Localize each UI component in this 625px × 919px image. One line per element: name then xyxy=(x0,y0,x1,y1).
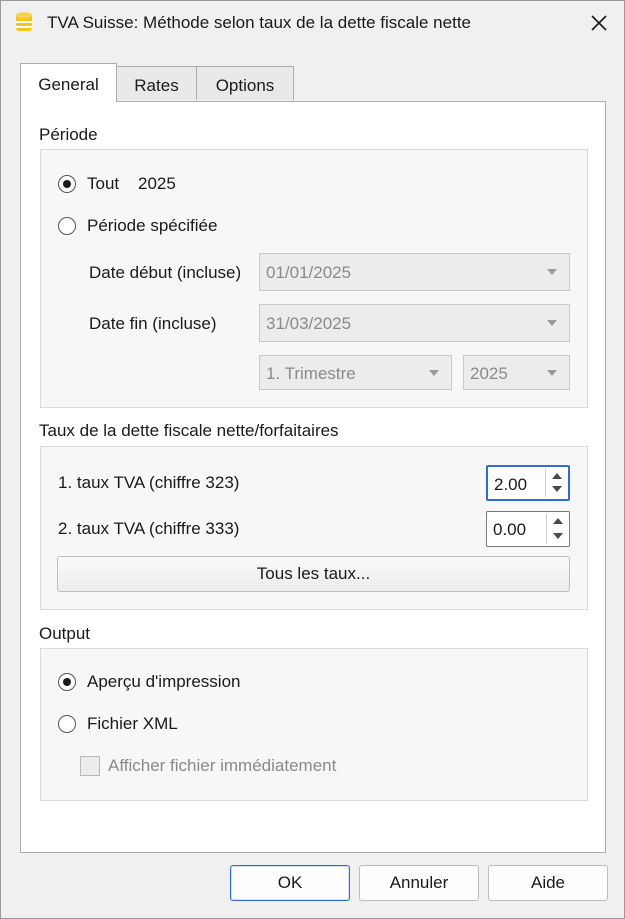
close-button[interactable] xyxy=(584,9,614,37)
rate2-label: 2. taux TVA (chiffre 333) xyxy=(58,519,240,538)
output-section-title: Output xyxy=(39,624,91,643)
tab-rates[interactable]: Rates xyxy=(116,66,197,100)
chevron-down-icon xyxy=(429,370,439,376)
window-title: TVA Suisse: Méthode selon taux de la det… xyxy=(47,13,471,32)
chevron-down-icon xyxy=(547,320,557,326)
date-fin-value: 31/03/2025 xyxy=(266,314,352,333)
afficher-fichier-label[interactable]: Afficher fichier immédiatement xyxy=(108,756,336,776)
cancel-button-label: Annuler xyxy=(389,873,449,892)
tab-options-label: Options xyxy=(215,76,275,95)
ok-button[interactable]: OK xyxy=(230,865,350,901)
rate1-value: 2.00 xyxy=(494,475,528,494)
year-select[interactable]: 2025 xyxy=(463,355,570,390)
rate1-spinbox[interactable]: 2.00 xyxy=(486,465,570,501)
date-fin-field[interactable]: 31/03/2025 xyxy=(259,304,570,342)
radio-periode-specifiee[interactable] xyxy=(58,217,76,235)
periode-specifiee-label[interactable]: Période spécifiée xyxy=(87,216,217,236)
dialog-window: TVA Suisse: Méthode selon taux de la det… xyxy=(0,0,625,919)
cancel-button[interactable]: Annuler xyxy=(359,865,479,901)
apercu-label[interactable]: Aperçu d'impression xyxy=(87,672,240,692)
rate2-spinbox[interactable]: 0.00 xyxy=(486,511,570,547)
all-rates-button[interactable]: Tous les taux... xyxy=(57,556,570,592)
help-button-label: Aide xyxy=(530,873,566,892)
radio-apercu[interactable] xyxy=(58,673,76,691)
radio-fichier-xml[interactable] xyxy=(58,715,76,733)
rate2-value: 0.00 xyxy=(493,520,527,539)
all-rates-button-label: Tous les taux... xyxy=(256,564,371,583)
tab-general[interactable]: General xyxy=(20,63,117,102)
tab-rates-label: Rates xyxy=(134,76,179,95)
chevron-down-icon xyxy=(547,269,557,275)
date-debut-label: Date début (incluse) xyxy=(89,263,242,282)
taux-section-title: Taux de la dette fiscale nette/forfaitai… xyxy=(39,421,339,440)
close-icon xyxy=(591,15,607,31)
title-bar: TVA Suisse: Méthode selon taux de la det… xyxy=(1,1,624,45)
help-button[interactable]: Aide xyxy=(488,865,608,901)
spin-up-icon[interactable] xyxy=(547,513,569,529)
date-debut-field[interactable]: 01/01/2025 xyxy=(259,253,570,291)
ok-button-label: OK xyxy=(277,873,303,892)
tab-options[interactable]: Options xyxy=(196,66,294,100)
chevron-down-icon xyxy=(547,370,557,376)
fichier-xml-label[interactable]: Fichier XML xyxy=(87,714,178,734)
afficher-fichier-checkbox[interactable] xyxy=(80,756,100,776)
period-select-value: 1. Trimestre xyxy=(266,364,356,383)
tab-general-label: General xyxy=(38,75,99,94)
year-select-value: 2025 xyxy=(470,364,508,383)
tout-year: 2025 xyxy=(138,174,176,193)
radio-tout[interactable] xyxy=(58,175,76,193)
spin-down-icon[interactable] xyxy=(547,529,569,545)
banana-cylinder-icon xyxy=(14,11,34,33)
spin-down-icon[interactable] xyxy=(546,482,568,498)
date-fin-label: Date fin (incluse) xyxy=(89,314,217,333)
periode-section-title: Période xyxy=(39,125,98,144)
period-select[interactable]: 1. Trimestre xyxy=(259,355,452,390)
date-debut-value: 01/01/2025 xyxy=(266,263,352,282)
rate1-label: 1. taux TVA (chiffre 323) xyxy=(58,473,240,492)
tout-label[interactable]: Tout xyxy=(87,174,119,194)
